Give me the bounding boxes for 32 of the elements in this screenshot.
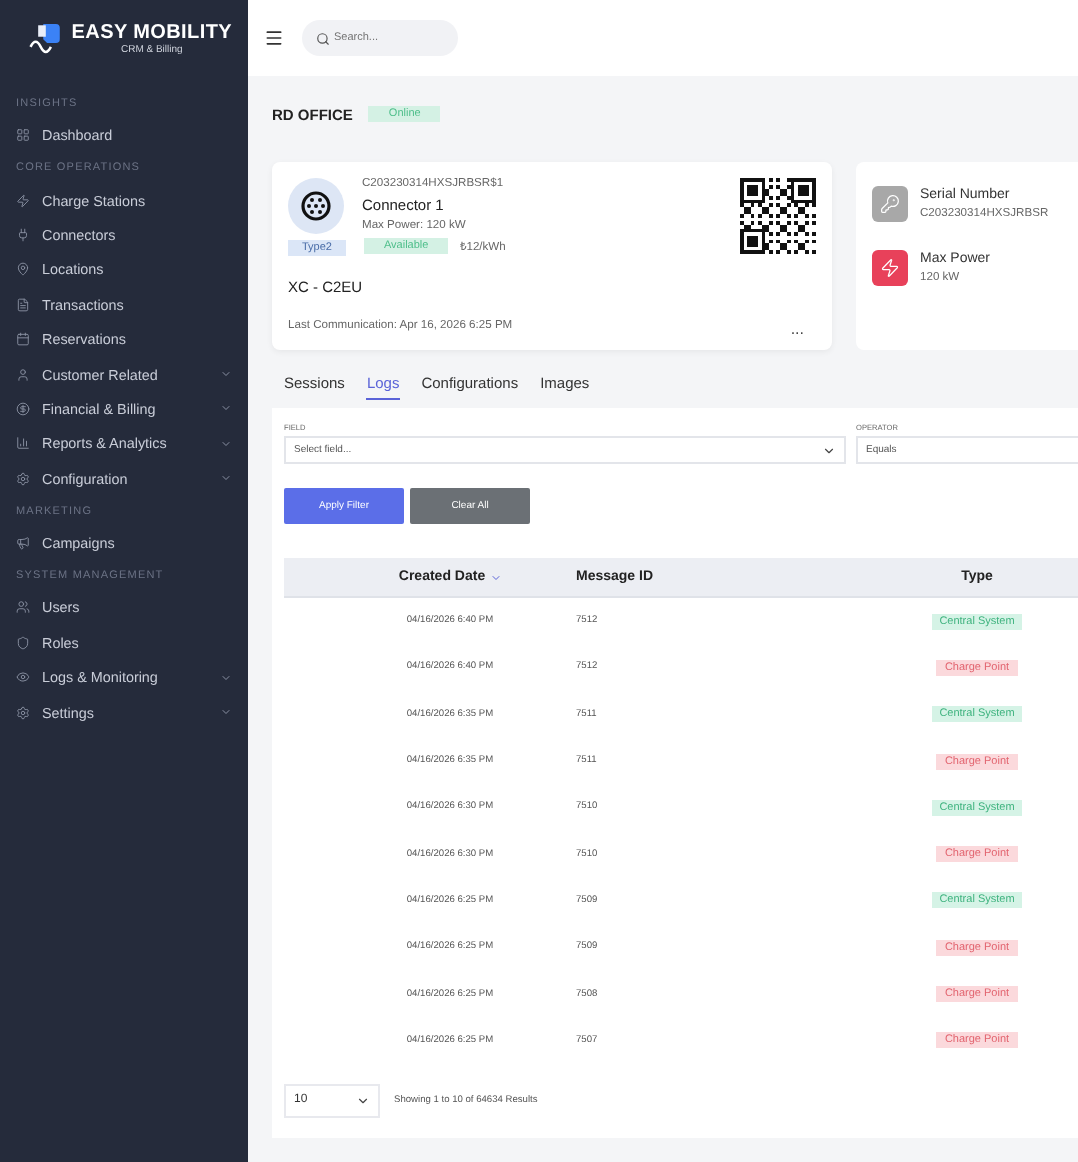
chevron-icon [220, 368, 232, 381]
chevron-icon [822, 443, 836, 457]
qr-code [740, 178, 816, 254]
dollar-icon [16, 401, 30, 416]
shield-icon [16, 635, 30, 650]
chevron-icon [356, 1093, 370, 1108]
users-icon [16, 600, 30, 615]
chart-icon [16, 436, 30, 451]
eye-icon [16, 670, 30, 685]
more-button[interactable]: ... [790, 320, 816, 338]
chevron-icon [220, 472, 232, 485]
chevron-icon [220, 402, 232, 415]
document-icon [16, 297, 30, 312]
plug-icon [16, 227, 30, 242]
user-icon [16, 367, 30, 382]
settings-icon [16, 705, 30, 720]
pin-icon [16, 262, 30, 277]
search-icon [316, 31, 330, 45]
chevron-icon [220, 437, 232, 450]
chevron-icon [220, 671, 232, 684]
bolt-icon [872, 250, 908, 286]
settings-icon [16, 471, 30, 486]
key-icon [872, 186, 908, 222]
megaphone-icon [16, 536, 30, 551]
grid-icon [16, 128, 30, 143]
bolt-icon [16, 193, 30, 208]
brand-name: EASY MOBILITY [71, 21, 232, 43]
socket-icon [300, 190, 333, 222]
menu-icon[interactable] [264, 28, 284, 48]
calendar-icon [16, 332, 30, 347]
chevron-icon [220, 706, 232, 719]
sort-icon [489, 571, 502, 583]
